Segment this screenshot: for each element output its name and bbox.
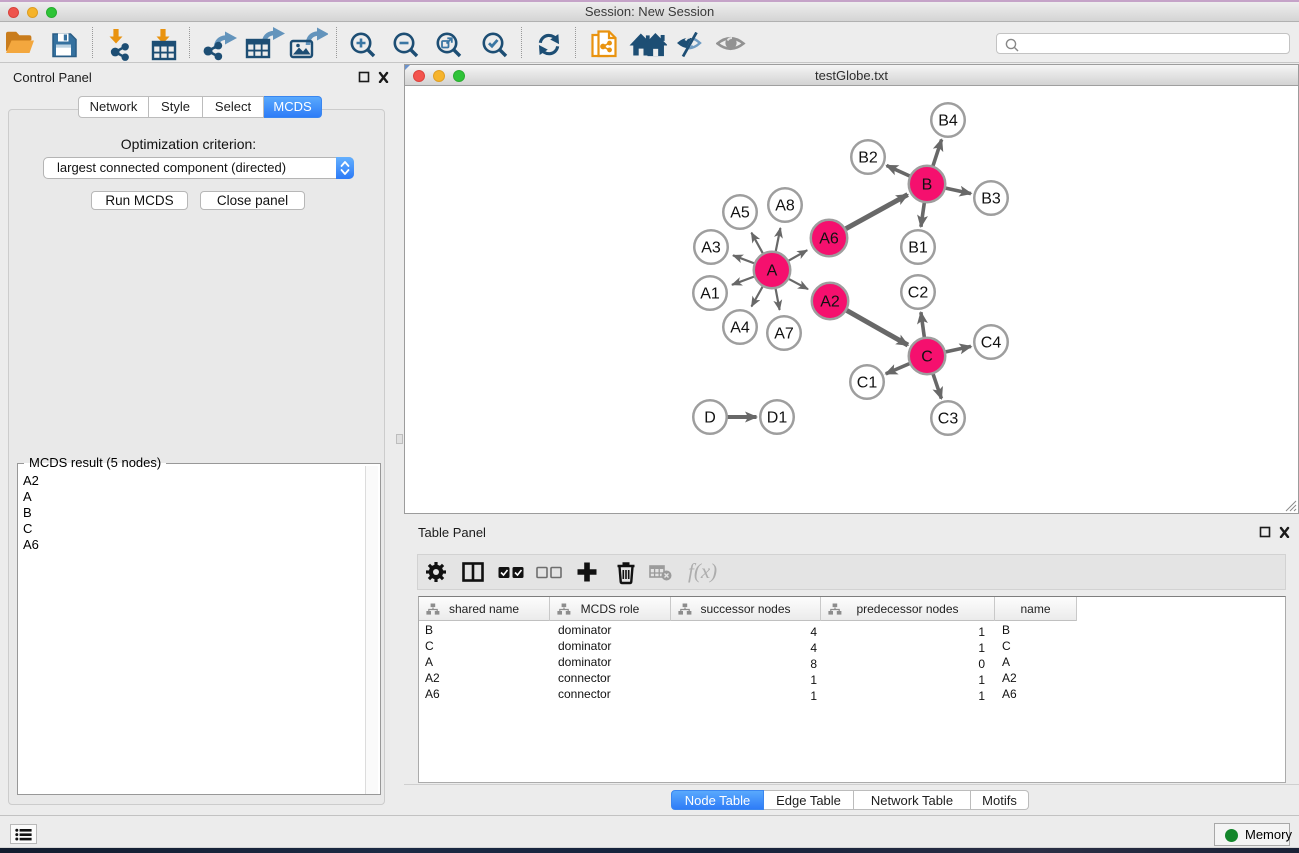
svg-text:A5: A5 — [730, 205, 750, 222]
svg-text:D1: D1 — [767, 410, 788, 427]
svg-text:C2: C2 — [908, 285, 929, 302]
svg-text:C4: C4 — [981, 335, 1002, 352]
svg-text:D: D — [704, 410, 716, 427]
svg-text:A8: A8 — [775, 198, 795, 215]
svg-text:C: C — [921, 349, 933, 366]
svg-text:A: A — [767, 263, 778, 280]
svg-text:B: B — [922, 177, 933, 194]
svg-text:B2: B2 — [858, 150, 878, 167]
svg-text:A6: A6 — [819, 231, 839, 248]
svg-text:A1: A1 — [700, 286, 720, 303]
svg-text:A3: A3 — [701, 240, 721, 257]
svg-text:A2: A2 — [820, 294, 840, 311]
svg-text:C3: C3 — [938, 411, 959, 428]
svg-text:f(x): f(x) — [688, 561, 717, 583]
svg-text:A7: A7 — [774, 326, 794, 343]
svg-text:A4: A4 — [730, 320, 750, 337]
svg-text:B1: B1 — [908, 240, 928, 257]
svg-text:C1: C1 — [857, 375, 878, 392]
svg-text:B3: B3 — [981, 191, 1001, 208]
svg-text:B4: B4 — [938, 113, 958, 130]
